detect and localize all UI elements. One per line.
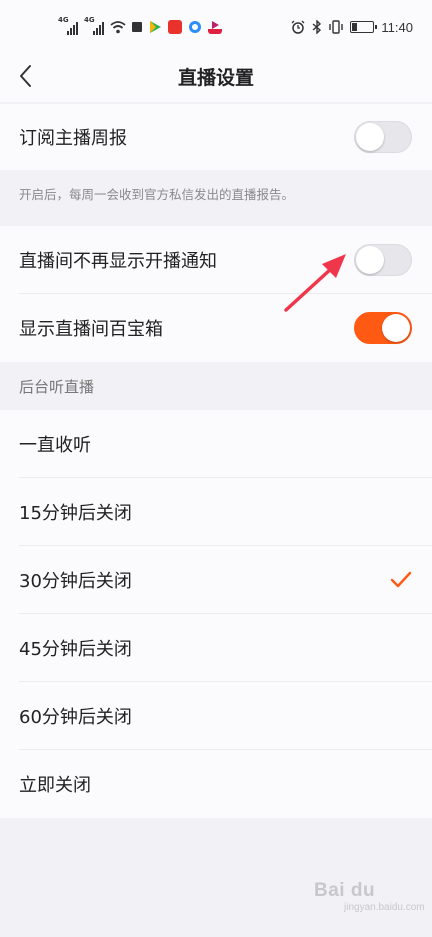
navigation-bar: 直播设置 bbox=[0, 52, 432, 102]
status-right-icons: 11:40 bbox=[291, 18, 413, 36]
battery-icon bbox=[350, 21, 378, 33]
section-title: 后台听直播 bbox=[19, 378, 95, 396]
option-always-listen[interactable]: 一直收听 bbox=[0, 410, 432, 478]
settings-row-treasure-box: 显示直播间百宝箱 bbox=[0, 294, 432, 362]
status-left-icons: 4G 4G bbox=[58, 16, 222, 36]
wifi-icon bbox=[110, 21, 126, 34]
settings-row-weekly-report: 订阅主播周报 bbox=[0, 104, 432, 170]
hide-start-notice-toggle[interactable] bbox=[354, 244, 412, 276]
hide-start-notice-label: 直播间不再显示开播通知 bbox=[19, 251, 217, 272]
notification-icon bbox=[132, 22, 142, 32]
vibrate-icon bbox=[329, 20, 344, 34]
section-header-background-listening: 后台听直播 bbox=[0, 362, 432, 410]
toggle-knob bbox=[382, 314, 410, 342]
signal-icon: 4G bbox=[58, 16, 78, 35]
signal-icon: 4G bbox=[84, 16, 104, 35]
option-label: 45分钟后关闭 bbox=[19, 639, 132, 660]
toggle-knob bbox=[356, 123, 384, 151]
watermark-brand: Bai du bbox=[314, 880, 376, 901]
option-label: 15分钟后关闭 bbox=[19, 503, 132, 524]
page-title: 直播设置 bbox=[177, 67, 254, 89]
alarm-icon bbox=[291, 20, 305, 34]
option-label: 一直收听 bbox=[19, 435, 91, 456]
treasure-box-label: 显示直播间百宝箱 bbox=[19, 319, 163, 340]
hint-text: 开启后，每周一会收到官方私信发出的直播报告。 bbox=[19, 187, 295, 202]
app-play-icon bbox=[150, 21, 161, 33]
option-close-now[interactable]: 立即关闭 bbox=[0, 750, 432, 818]
watermark-sub: jingyan.baidu.com bbox=[344, 902, 425, 913]
app-news-icon bbox=[168, 20, 182, 34]
weekly-report-hint: 开启后，每周一会收到官方私信发出的直播报告。 bbox=[0, 170, 432, 226]
option-close-30min[interactable]: 30分钟后关闭 bbox=[0, 546, 432, 614]
status-bar: 4G 4G 11:40 bbox=[0, 0, 432, 52]
option-close-15min[interactable]: 15分钟后关闭 bbox=[0, 478, 432, 546]
status-time: 11:40 bbox=[381, 19, 413, 35]
weekly-report-label: 订阅主播周报 bbox=[19, 128, 127, 149]
weekly-report-toggle[interactable] bbox=[354, 121, 412, 153]
checkmark-icon bbox=[390, 571, 412, 588]
toggle-knob bbox=[356, 246, 384, 274]
watermark-logo: Bai du jingyan.baidu.com bbox=[314, 880, 425, 913]
treasure-box-toggle[interactable] bbox=[354, 312, 412, 344]
settings-row-hide-start-notice: 直播间不再显示开播通知 bbox=[0, 226, 432, 294]
option-close-45min[interactable]: 45分钟后关闭 bbox=[0, 614, 432, 682]
app-video-icon bbox=[208, 21, 222, 34]
app-circle-icon bbox=[189, 21, 201, 33]
bluetooth-icon bbox=[312, 20, 322, 34]
option-label: 30分钟后关闭 bbox=[19, 571, 132, 592]
option-label: 60分钟后关闭 bbox=[19, 707, 132, 728]
option-close-60min[interactable]: 60分钟后关闭 bbox=[0, 682, 432, 750]
option-label: 立即关闭 bbox=[19, 775, 91, 796]
